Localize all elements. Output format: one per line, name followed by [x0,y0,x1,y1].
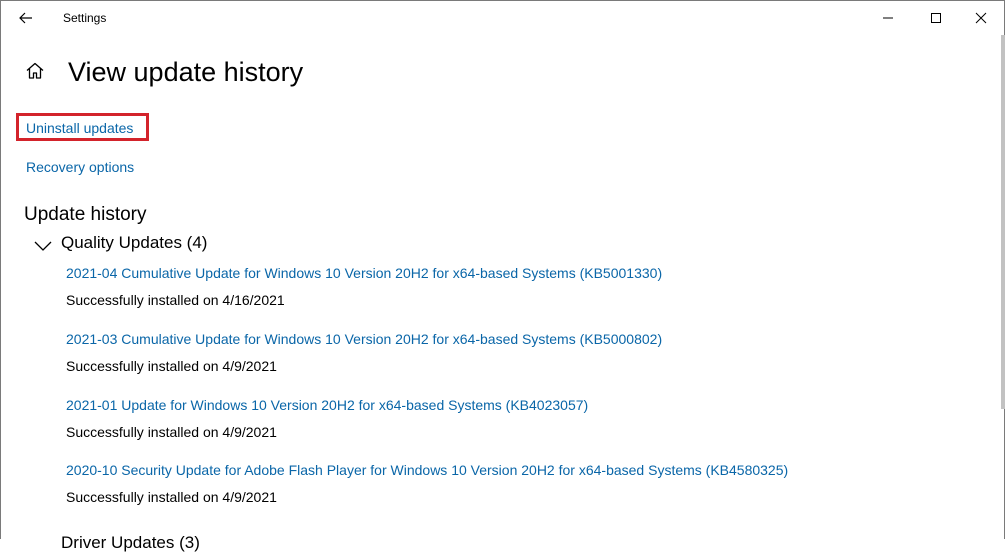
window-title: Settings [63,11,107,25]
back-arrow-icon [19,12,32,24]
close-button[interactable] [958,1,1004,34]
maximize-button[interactable] [913,1,959,34]
chevron-down-icon [34,241,52,251]
title-bar: Settings [1,1,1004,34]
scrollbar[interactable] [1001,35,1005,409]
update-item-status: Successfully installed on 4/9/2021 [66,489,277,505]
recovery-options-link[interactable]: Recovery options [26,159,134,175]
page-title: View update history [68,57,304,87]
home-button[interactable] [23,59,47,83]
update-history-heading: Update history [24,204,147,225]
page-header: View update history [23,57,303,87]
close-icon [975,12,987,23]
update-item-status: Successfully installed on 4/9/2021 [66,424,277,440]
uninstall-updates-link[interactable]: Uninstall updates [26,120,133,136]
driver-updates-label: Driver Updates (3) [61,533,200,552]
quality-updates-label: Quality Updates (4) [61,233,208,252]
maximize-icon [931,12,941,23]
update-item-title[interactable]: 2020-10 Security Update for Adobe Flash … [66,462,788,478]
home-icon [26,62,44,79]
update-item-status: Successfully installed on 4/16/2021 [66,292,285,308]
update-item-status: Successfully installed on 4/9/2021 [66,358,277,374]
update-item-title[interactable]: 2021-03 Cumulative Update for Windows 10… [66,331,662,347]
minimize-icon [883,17,893,18]
settings-window: Settings View update history Uninstall u… [0,0,1005,552]
update-item-title[interactable]: 2021-04 Cumulative Update for Windows 10… [66,265,662,281]
minimize-button[interactable] [865,1,911,34]
update-item-title[interactable]: 2021-01 Update for Windows 10 Version 20… [66,397,588,413]
back-button[interactable] [11,7,41,29]
